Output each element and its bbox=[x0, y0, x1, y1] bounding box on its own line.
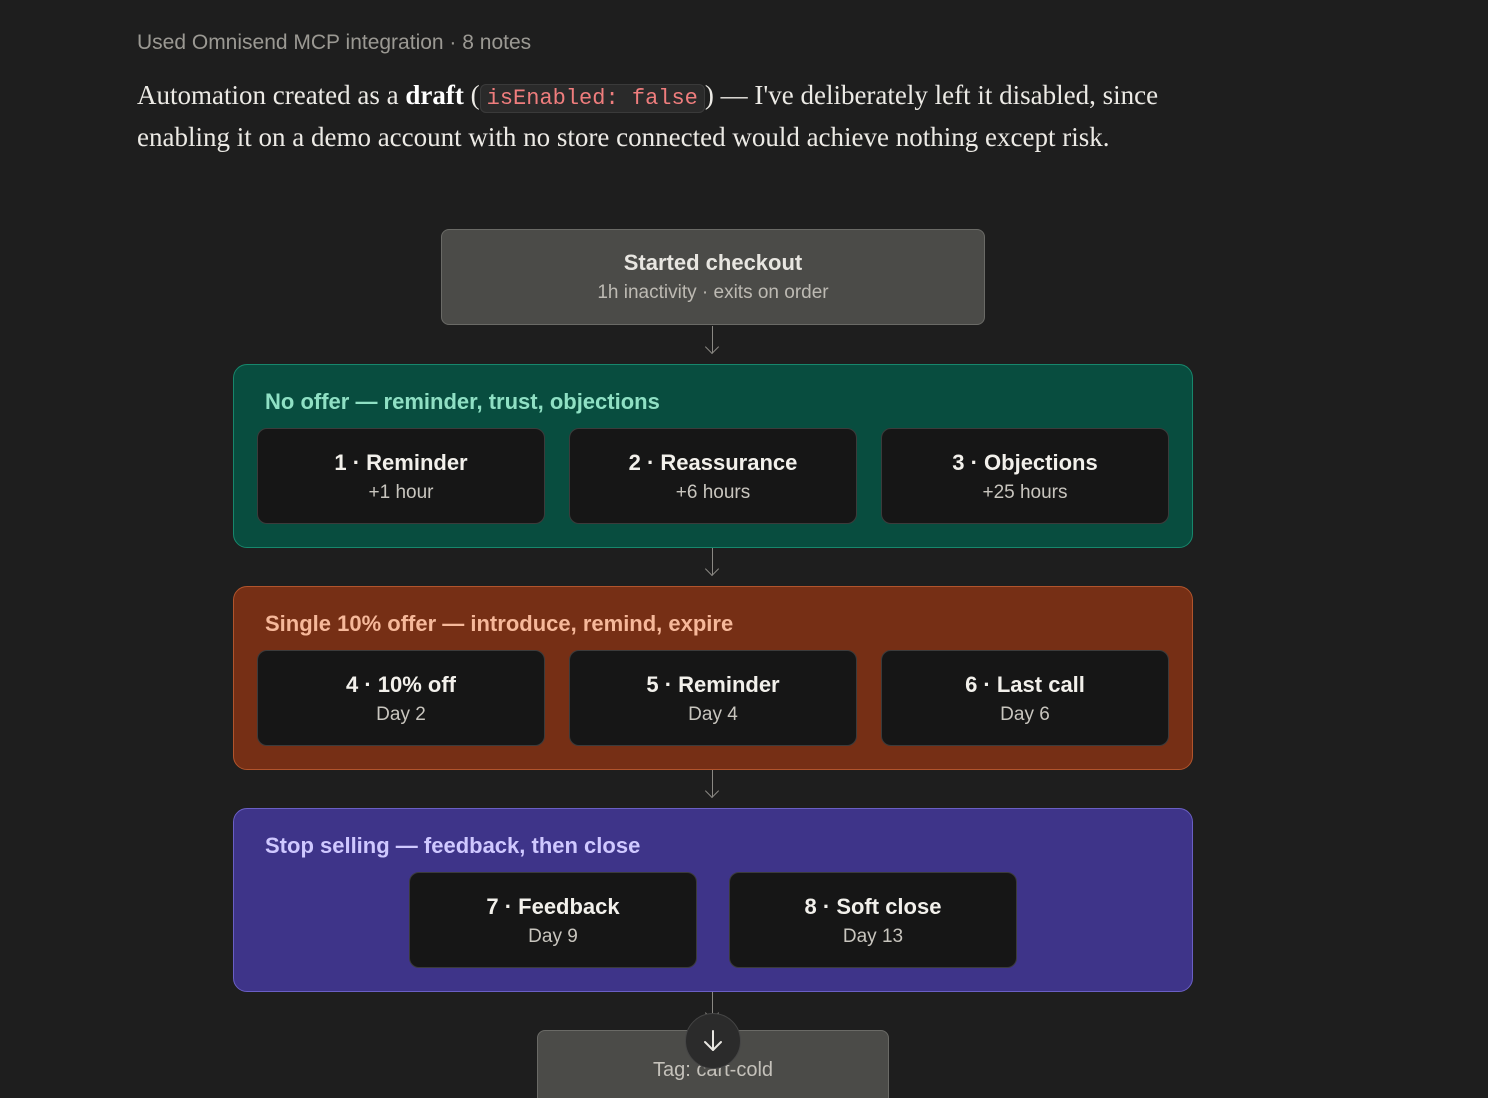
step-7-feedback: 7 · Feedback Day 9 bbox=[409, 872, 697, 968]
group-no-offer: No offer — reminder, trust, objections 1… bbox=[233, 364, 1193, 548]
trigger-title: Started checkout bbox=[623, 250, 803, 275]
inline-code-isenabled: isEnabled: false bbox=[479, 84, 705, 113]
step-title: 4 · 10% off bbox=[345, 672, 457, 697]
step-title: 1 · Reminder bbox=[334, 450, 468, 475]
arrow-group1-to-group2 bbox=[712, 548, 713, 575]
step-title: 6 · Last call bbox=[965, 672, 1085, 697]
chat-page: Used Omnisend MCP integration · 8 notes … bbox=[0, 0, 1488, 1098]
step-timing: +1 hour bbox=[368, 482, 434, 503]
para-open-paren: ( bbox=[463, 80, 480, 110]
trigger-subtitle: 1h inactivity · exits on order bbox=[597, 282, 829, 303]
step-timing: +25 hours bbox=[982, 482, 1068, 503]
step-timing: +6 hours bbox=[675, 482, 751, 503]
scroll-to-bottom-button[interactable] bbox=[685, 1013, 741, 1069]
step-6-last-call: 6 · Last call Day 6 bbox=[881, 650, 1169, 746]
step-4-offer: 4 · 10% off Day 2 bbox=[257, 650, 545, 746]
group-single-offer: Single 10% offer — introduce, remind, ex… bbox=[233, 586, 1193, 770]
group-single-offer-title: Single 10% offer — introduce, remind, ex… bbox=[265, 611, 734, 636]
cut-off-previous-line bbox=[137, 0, 1137, 6]
step-title: 5 · Reminder bbox=[646, 672, 780, 697]
step-title: 7 · Feedback bbox=[486, 894, 620, 919]
step-2-reassurance: 2 · Reassurance +6 hours bbox=[569, 428, 857, 524]
step-timing: Day 6 bbox=[1000, 704, 1050, 725]
step-title: 2 · Reassurance bbox=[628, 450, 798, 475]
group-stop-selling-title: Stop selling — feedback, then close bbox=[265, 833, 641, 858]
group-stop-selling: Stop selling — feedback, then close 7 · … bbox=[233, 808, 1193, 992]
para-bold-draft: draft bbox=[405, 80, 464, 110]
step-8-soft-close: 8 · Soft close Day 13 bbox=[729, 872, 1017, 968]
step-timing: Day 9 bbox=[528, 926, 578, 947]
arrow-group2-to-group3 bbox=[712, 770, 713, 797]
step-timing: Day 2 bbox=[376, 704, 426, 725]
tool-usage-note[interactable]: Used Omnisend MCP integration · 8 notes bbox=[137, 31, 531, 55]
para-close-paren: ) bbox=[704, 80, 714, 110]
step-1-reminder: 1 · Reminder +1 hour bbox=[257, 428, 545, 524]
arrow-trigger-to-group1 bbox=[712, 326, 713, 353]
assistant-message-paragraph: Automation created as a draft (isEnabled… bbox=[137, 76, 1247, 156]
step-5-reminder: 5 · Reminder Day 4 bbox=[569, 650, 857, 746]
step-timing: Day 13 bbox=[842, 926, 904, 947]
step-timing: Day 4 bbox=[688, 704, 738, 725]
para-text-before: Automation created as a bbox=[137, 80, 406, 110]
arrow-down-icon bbox=[704, 1030, 722, 1051]
group-no-offer-title: No offer — reminder, trust, objections bbox=[265, 389, 660, 414]
step-3-objections: 3 · Objections +25 hours bbox=[881, 428, 1169, 524]
step-title: 3 · Objections bbox=[952, 450, 1098, 475]
step-title: 8 · Soft close bbox=[804, 894, 942, 919]
trigger-node: Started checkout 1h inactivity · exits o… bbox=[441, 229, 985, 325]
